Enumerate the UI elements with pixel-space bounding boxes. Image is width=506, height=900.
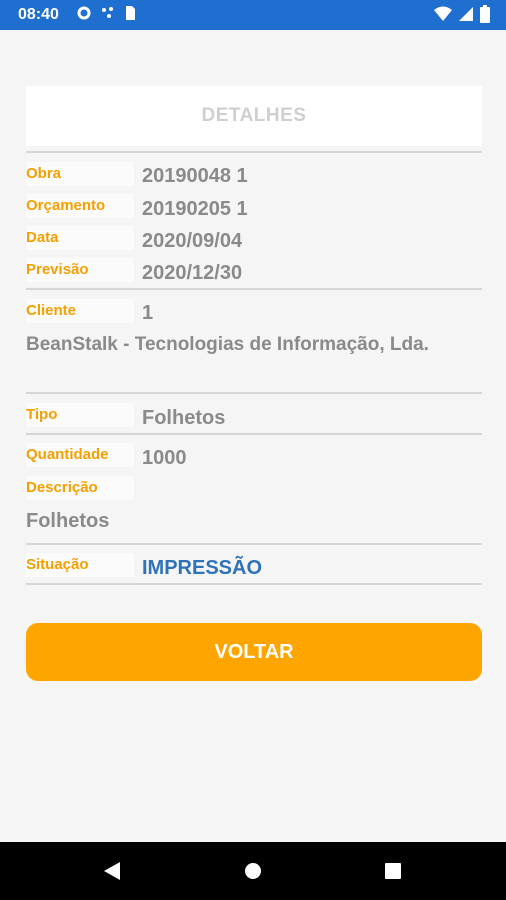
value-tipo: Folhetos <box>142 407 226 429</box>
gear-icon <box>76 5 92 26</box>
value-descricao: Folhetos <box>26 510 110 532</box>
value-orcamento: 20190205 1 <box>142 198 248 220</box>
label-quantidade: Quantidade <box>26 443 134 467</box>
divider <box>26 433 482 435</box>
status-bar: 08:40 <box>0 0 506 30</box>
home-circle-icon <box>245 863 261 879</box>
label-obra: Obra <box>26 162 134 186</box>
label-orcamento: Orçamento <box>26 194 134 218</box>
label-situacao: Situação <box>26 553 134 577</box>
divider <box>26 392 482 394</box>
back-button[interactable]: VOLTAR <box>26 623 482 681</box>
divider <box>26 151 482 153</box>
divider <box>26 288 482 290</box>
dots-icon <box>100 5 116 26</box>
sim-icon <box>124 5 136 26</box>
value-quantidade: 1000 <box>142 447 187 469</box>
back-button-label: VOLTAR <box>214 640 294 663</box>
value-previsao: 2020/12/30 <box>142 262 243 284</box>
page-title: DETALHES <box>201 105 307 126</box>
label-previsao: Previsão <box>26 258 134 282</box>
recents-square-icon <box>385 863 401 879</box>
status-time: 08:40 <box>18 6 59 23</box>
label-cliente: Cliente <box>26 299 134 323</box>
status-value: IMPRESSÃO <box>142 557 263 579</box>
nav-back-button[interactable] <box>72 842 152 900</box>
client-name: BeanStalk - Tecnologias de Informação, L… <box>26 334 429 355</box>
nav-home-button[interactable] <box>213 842 293 900</box>
divider <box>26 583 482 585</box>
label-descricao: Descrição <box>26 476 134 500</box>
divider <box>26 543 482 545</box>
value-data: 2020/09/04 <box>142 230 243 252</box>
battery-icon <box>480 5 490 28</box>
details-header: DETALHES <box>26 86 482 146</box>
wifi-icon <box>434 6 452 27</box>
label-data: Data <box>26 226 134 250</box>
signal-icon <box>458 6 474 27</box>
back-triangle-icon <box>104 862 120 880</box>
label-tipo: Tipo <box>26 403 134 427</box>
value-obra: 20190048 1 <box>142 165 248 187</box>
navigation-bar <box>0 842 506 900</box>
value-cliente-id: 1 <box>142 302 154 324</box>
nav-recents-button[interactable] <box>353 842 433 900</box>
